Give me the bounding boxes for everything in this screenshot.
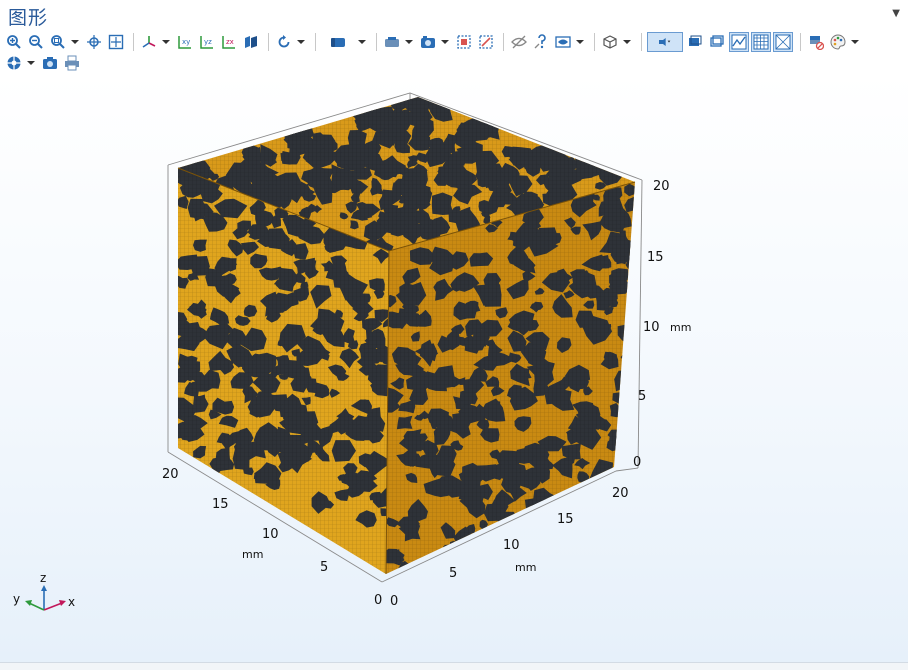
toolbar-divider xyxy=(503,33,504,51)
axis-dropdown-chevron-icon[interactable] xyxy=(161,32,171,52)
x-axis-unit: mm xyxy=(515,561,536,574)
zoom-dropdown-chevron-icon[interactable] xyxy=(70,32,80,52)
select-box-icon[interactable] xyxy=(321,32,355,52)
pore-region xyxy=(557,497,580,514)
panel-menu-icon[interactable]: ▼ xyxy=(892,8,900,19)
reset-dropdown-chevron-icon[interactable] xyxy=(296,32,306,52)
transparency-icon[interactable] xyxy=(531,32,551,52)
panel-title: 图形 xyxy=(8,7,49,29)
y-tick-label: 15 xyxy=(212,497,229,512)
pore-region xyxy=(525,518,554,538)
triad-y-label: y xyxy=(13,592,20,606)
panel-header: 图形 ▼ xyxy=(0,0,908,30)
y-tick-label: 5 xyxy=(320,560,328,575)
grid-icon[interactable] xyxy=(751,32,771,52)
axis-orientation-icon[interactable] xyxy=(139,32,159,52)
visibility-dropdown-chevron-icon[interactable] xyxy=(575,32,585,52)
selection-box-icon[interactable] xyxy=(454,32,474,52)
camera-view-icon[interactable] xyxy=(382,32,402,52)
orientation-triad: z x y xyxy=(13,571,75,611)
color-table-icon[interactable] xyxy=(806,32,826,52)
svg-text:yz: yz xyxy=(204,38,212,46)
toolbar-divider xyxy=(641,33,642,51)
pore-region xyxy=(572,487,599,512)
move-icon[interactable] xyxy=(84,32,104,52)
select-dropdown-chevron-icon[interactable] xyxy=(357,32,367,52)
zoom-in-icon[interactable] xyxy=(4,32,24,52)
toolbar-divider xyxy=(133,33,134,51)
z-axis-unit: mm xyxy=(670,321,691,334)
camera-dropdown-chevron-icon[interactable] xyxy=(404,32,414,52)
toolbar-divider xyxy=(594,33,595,51)
toolbar-divider xyxy=(315,33,316,51)
color-palette-icon[interactable] xyxy=(828,32,848,52)
scene-light-icon[interactable] xyxy=(647,32,683,52)
pore-region xyxy=(533,504,544,513)
pore-region xyxy=(622,355,635,372)
z-tick-label: 0 xyxy=(633,455,641,470)
y-tick-label: 0 xyxy=(374,593,382,608)
layout-dropdown-chevron-icon[interactable] xyxy=(622,32,632,52)
x-tick-label: 0 xyxy=(390,594,398,609)
print-icon[interactable] xyxy=(62,53,82,73)
axis-box-icon[interactable] xyxy=(773,32,793,52)
toolbar-divider xyxy=(800,33,801,51)
toolbar-divider xyxy=(376,33,377,51)
pore-region xyxy=(625,360,635,372)
zoom-extents-icon[interactable] xyxy=(106,32,126,52)
pore-region xyxy=(535,520,551,534)
view-yz-icon[interactable]: yz xyxy=(197,32,217,52)
pore-region xyxy=(615,471,630,479)
graphics-viewport[interactable]: 0 5 10 15 20 mm 20 15 10 5 0 mm 0 5 10 1… xyxy=(0,74,908,664)
wireframe-icon[interactable] xyxy=(707,32,727,52)
snapshot-camera-icon[interactable] xyxy=(40,53,60,73)
visibility-icon[interactable] xyxy=(553,32,573,52)
zoom-out-icon[interactable] xyxy=(26,32,46,52)
pore-region xyxy=(515,519,525,530)
y-tick-label: 20 xyxy=(162,467,179,482)
graphics-toolbar-row2 xyxy=(4,52,84,74)
pore-region xyxy=(520,508,544,530)
view-zx-icon[interactable]: zx xyxy=(219,32,239,52)
layout-icon[interactable] xyxy=(600,32,620,52)
mesh-rendering-icon[interactable] xyxy=(729,32,749,52)
graphics-canvas[interactable]: 0 5 10 15 20 mm 20 15 10 5 0 mm 0 5 10 1… xyxy=(0,74,908,664)
zoom-box-icon[interactable] xyxy=(48,32,68,52)
select-all-icon[interactable] xyxy=(476,32,496,52)
x-tick-label: 10 xyxy=(503,538,520,553)
toolbar-divider xyxy=(268,33,269,51)
reset-view-icon[interactable] xyxy=(274,32,294,52)
pore-region xyxy=(582,501,603,513)
triad-x-label: x xyxy=(68,595,75,609)
x-tick-label: 20 xyxy=(612,486,629,501)
transparency-toggle-icon[interactable] xyxy=(685,32,705,52)
render-dropdown-chevron-icon[interactable] xyxy=(440,32,450,52)
pore-region xyxy=(518,516,528,524)
y-tick-label: 10 xyxy=(262,527,279,542)
z-tick-label: 10 xyxy=(643,320,660,335)
porous-cube[interactable] xyxy=(167,88,641,575)
svg-text:xy: xy xyxy=(182,38,190,46)
pore-region xyxy=(594,498,619,524)
y-axis-unit: mm xyxy=(242,548,263,561)
palette-dropdown-chevron-icon[interactable] xyxy=(850,32,860,52)
render-icon[interactable] xyxy=(418,32,438,52)
z-tick-label: 15 xyxy=(647,250,664,265)
clear-dropdown-chevron-icon[interactable] xyxy=(26,53,36,73)
graphics-toolbar: xy yz zx xyxy=(4,31,864,53)
view-3d-icon[interactable] xyxy=(241,32,261,52)
svg-text:zx: zx xyxy=(226,38,234,46)
pore-region xyxy=(612,472,625,485)
view-xy-icon[interactable]: xy xyxy=(175,32,195,52)
clear-selection-icon[interactable] xyxy=(4,53,24,73)
pore-region xyxy=(620,347,635,366)
z-tick-label: 20 xyxy=(653,179,670,194)
x-tick-label: 15 xyxy=(557,512,574,527)
x-tick-label: 5 xyxy=(449,566,457,581)
z-tick-label: 5 xyxy=(638,389,646,404)
hide-icon[interactable] xyxy=(509,32,529,52)
triad-z-label: z xyxy=(40,571,46,585)
